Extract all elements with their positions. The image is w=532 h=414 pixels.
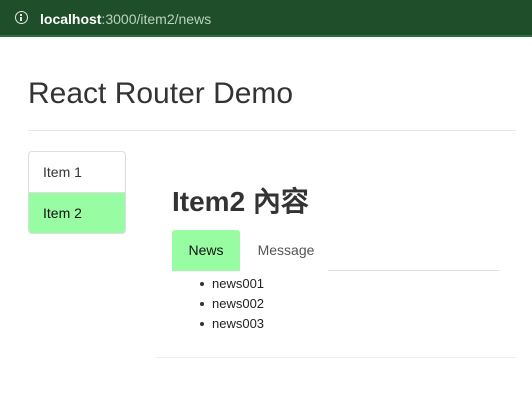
browser-address-bar[interactable]: localhost:3000/item2/news [0,0,532,37]
list-item: news001 [200,274,264,294]
list-item: news003 [200,314,264,334]
url-text[interactable]: localhost:3000/item2/news [40,10,211,28]
tab-divider [328,270,499,271]
url-path: :3000/item2/news [101,11,212,27]
content-divider [156,357,516,358]
sidebar-item-1[interactable]: Item 1 [29,152,125,193]
sidebar-item-2[interactable]: Item 2 [29,193,125,233]
info-icon[interactable] [15,11,28,24]
news-list: news001 news002 news003 [200,274,264,334]
tab-message[interactable]: Message [244,230,328,271]
url-host: localhost [40,11,102,27]
tab-news[interactable]: News [172,230,240,271]
list-item: news002 [200,294,264,314]
content-title: Item2 內容 [172,186,309,217]
header-divider [28,130,516,131]
page-title: React Router Demo [28,77,294,110]
sidebar-nav: Item 1 Item 2 [28,151,126,234]
